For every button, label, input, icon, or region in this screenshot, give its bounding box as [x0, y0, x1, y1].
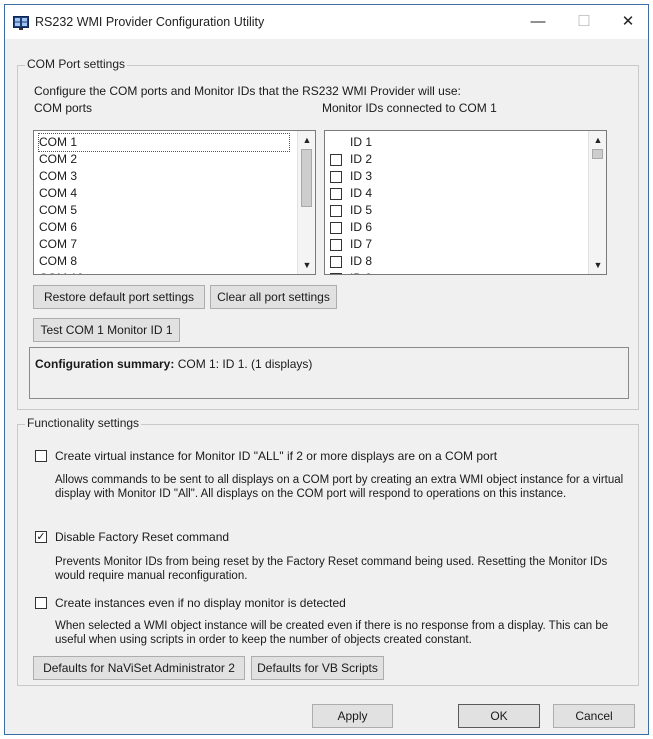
- com-port-settings-legend: COM Port settings: [25, 57, 128, 71]
- minimize-button[interactable]: —: [515, 5, 561, 39]
- monitor-id-label: ID 8: [350, 254, 373, 268]
- monitor-ids-listbox[interactable]: ID 1 ID 2 ID 3 ID 4 ID 5 ID 6 ID 7 ID 8 ID 9 ▲ ▼: [324, 130, 607, 275]
- summary-line: Configuration summary: COM 1: ID 1. (1 d…: [35, 357, 312, 371]
- summary-label: Configuration summary:: [35, 357, 175, 371]
- com-port-item[interactable]: COM 5: [39, 202, 289, 219]
- ok-button[interactable]: OK: [458, 704, 540, 728]
- com-port-item[interactable]: COM 3: [39, 168, 289, 185]
- scroll-thumb[interactable]: [592, 149, 603, 159]
- com-port-item[interactable]: COM 2: [39, 151, 289, 168]
- disable-factory-reset-description: Prevents Monitor IDs from being reset by…: [55, 556, 608, 582]
- com-ports-scrollbar[interactable]: ▲ ▼: [297, 131, 315, 274]
- monitor-id-label: ID 1: [350, 135, 373, 149]
- functionality-settings-legend: Functionality settings: [25, 416, 142, 430]
- virtual-instance-description: Allows commands to be sent to all displa…: [55, 474, 624, 500]
- scroll-down-arrow-icon[interactable]: ▼: [592, 259, 604, 271]
- monitor-id-checkbox[interactable]: [330, 205, 342, 217]
- monitor-id-label: ID 9: [350, 270, 372, 274]
- com-port-item[interactable]: COM 1: [38, 133, 290, 152]
- monitor-id-checkbox[interactable]: [330, 239, 342, 251]
- apply-button[interactable]: Apply: [312, 704, 393, 728]
- monitor-id-label: ID 6: [350, 220, 373, 234]
- scroll-down-arrow-icon[interactable]: ▼: [301, 259, 313, 271]
- monitor-ids-scrollbar[interactable]: ▲ ▼: [588, 131, 606, 274]
- monitor-id-checkbox[interactable]: [330, 154, 342, 166]
- window-title: RS232 WMI Provider Configuration Utility: [35, 15, 265, 29]
- monitor-ids-label: Monitor IDs connected to COM 1: [322, 101, 497, 115]
- restore-default-port-settings-button[interactable]: Restore default port settings: [33, 285, 205, 309]
- virtual-instance-checkbox[interactable]: [35, 450, 47, 462]
- create-instances-description: When selected a WMI object instance will…: [55, 620, 609, 646]
- disable-factory-reset-checkbox[interactable]: ✓: [35, 531, 47, 543]
- defaults-vb-scripts-button[interactable]: Defaults for VB Scripts: [251, 656, 384, 680]
- disable-factory-reset-label: Disable Factory Reset command: [55, 530, 230, 544]
- monitor-id-checkbox[interactable]: [330, 256, 342, 268]
- create-instances-checkbox[interactable]: [35, 597, 47, 609]
- com-port-item[interactable]: COM 8: [39, 253, 289, 270]
- close-button[interactable]: ✕: [605, 5, 651, 39]
- monitor-id-label: ID 2: [350, 152, 373, 166]
- com-ports-listbox[interactable]: COM 1 COM 2 COM 3 COM 4 COM 5 COM 6 COM 7 COM 8…: [33, 130, 316, 275]
- monitor-id-label: ID 7: [350, 237, 373, 251]
- com-config-intro: Configure the COM ports and Monitor IDs …: [34, 84, 461, 98]
- monitor-grid-icon: [13, 16, 29, 30]
- main-window: RS232 WMI Provider Configuration Utility…: [4, 4, 649, 735]
- create-instances-label: Create instances even if no display moni…: [55, 596, 346, 610]
- test-monitor-button[interactable]: Test COM 1 Monitor ID 1: [33, 318, 180, 342]
- monitor-id-checkbox[interactable]: [330, 171, 342, 183]
- maximize-button[interactable]: ☐: [561, 5, 607, 39]
- com-port-item[interactable]: COM 7: [39, 236, 289, 253]
- monitor-id-label: ID 3: [350, 169, 373, 183]
- monitor-id-label: ID 4: [350, 186, 373, 200]
- monitor-id-checkbox[interactable]: [330, 188, 342, 200]
- virtual-instance-label: Create virtual instance for Monitor ID "…: [55, 449, 498, 463]
- title-bar[interactable]: RS232 WMI Provider Configuration Utility…: [5, 5, 648, 39]
- defaults-naviset-button[interactable]: Defaults for NaViSet Administrator 2: [33, 656, 245, 680]
- summary-value: COM 1: ID 1. (1 displays): [177, 357, 313, 371]
- com-port-item[interactable]: COM 10: [39, 270, 289, 274]
- clear-all-port-settings-button[interactable]: Clear all port settings: [210, 285, 337, 309]
- monitor-id-checkbox[interactable]: [330, 222, 342, 234]
- scroll-thumb[interactable]: [301, 149, 312, 207]
- monitor-id-checkbox[interactable]: [330, 137, 342, 149]
- configuration-summary-box: Configuration summary: COM 1: ID 1. (1 d…: [29, 347, 629, 399]
- monitor-id-label: ID 5: [350, 203, 373, 217]
- scroll-up-arrow-icon[interactable]: ▲: [592, 134, 604, 146]
- com-port-item[interactable]: COM 6: [39, 219, 289, 236]
- com-ports-label: COM ports: [34, 101, 93, 115]
- cancel-button[interactable]: Cancel: [553, 704, 635, 728]
- monitor-id-checkbox[interactable]: [330, 273, 342, 274]
- scroll-up-arrow-icon[interactable]: ▲: [301, 134, 313, 146]
- com-port-item[interactable]: COM 4: [39, 185, 289, 202]
